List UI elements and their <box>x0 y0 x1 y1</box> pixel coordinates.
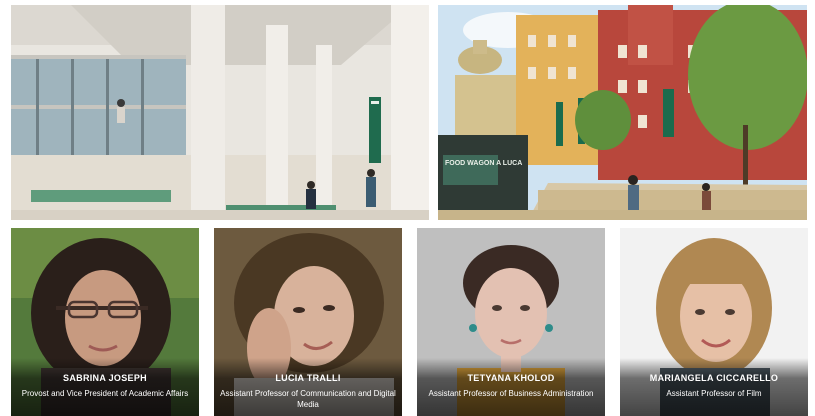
faculty-card[interactable]: LUCIA TRALLI Assistant Professor of Comm… <box>214 228 402 416</box>
faculty-title: Assistant Professor of Business Administ… <box>428 389 594 398</box>
faculty-card[interactable]: SABRINA JOSEPH Provost and Vice Presiden… <box>11 228 199 416</box>
kiosk-sign: FOOD WAGON A LUCA <box>445 160 522 167</box>
faculty-title: Provost and Vice President of Academic A… <box>21 389 189 398</box>
faculty-title: Assistant Professor of Film <box>666 389 762 398</box>
caption-overlay <box>620 358 808 416</box>
caption-overlay <box>417 358 605 416</box>
campus-interior-image <box>11 5 429 220</box>
faculty-title: Assistant Professor of Communication and… <box>220 389 396 409</box>
faculty-card[interactable]: TETYANA KHOLOD Assistant Professor of Bu… <box>417 228 605 416</box>
faculty-card[interactable]: MARIANGELA CICCARELLO Assistant Professo… <box>620 228 808 416</box>
campus-courtyard-image: FOOD WAGON A LUCA <box>438 5 807 220</box>
faculty-name: TETYANA KHOLOD <box>467 373 555 383</box>
faculty-name: LUCIA TRALLI <box>275 373 341 383</box>
faculty-name: MARIANGELA CICCARELLO <box>649 373 779 383</box>
caption-overlay <box>11 358 199 416</box>
faculty-name: SABRINA JOSEPH <box>63 373 147 383</box>
